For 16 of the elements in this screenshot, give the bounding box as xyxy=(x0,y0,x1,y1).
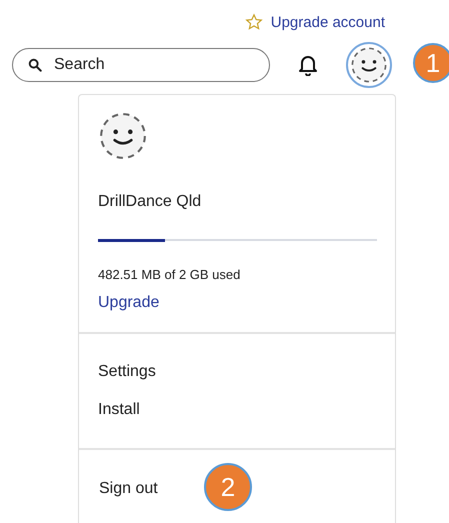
star-icon xyxy=(244,13,263,31)
menu-item[interactable]: Settings xyxy=(98,362,156,382)
menu-item[interactable]: Install xyxy=(98,400,140,420)
bell-icon xyxy=(298,54,318,76)
callout-number: 1 xyxy=(413,43,449,83)
upgrade-link[interactable]: Upgrade xyxy=(98,294,160,312)
storage-text: 482.51 MB of 2 GB used xyxy=(98,267,240,282)
notifications-button[interactable] xyxy=(298,54,318,76)
search-field[interactable]: Search xyxy=(12,48,270,82)
upgrade-account-link[interactable]: Upgrade account xyxy=(244,11,385,33)
smiley-icon xyxy=(350,46,388,84)
avatar-button[interactable] xyxy=(346,42,392,88)
smiley-avatar-icon xyxy=(98,111,148,161)
search-icon xyxy=(28,58,42,72)
account-name: DrillDance Qld xyxy=(98,193,202,211)
sign-out-item[interactable]: Sign out xyxy=(99,480,158,497)
